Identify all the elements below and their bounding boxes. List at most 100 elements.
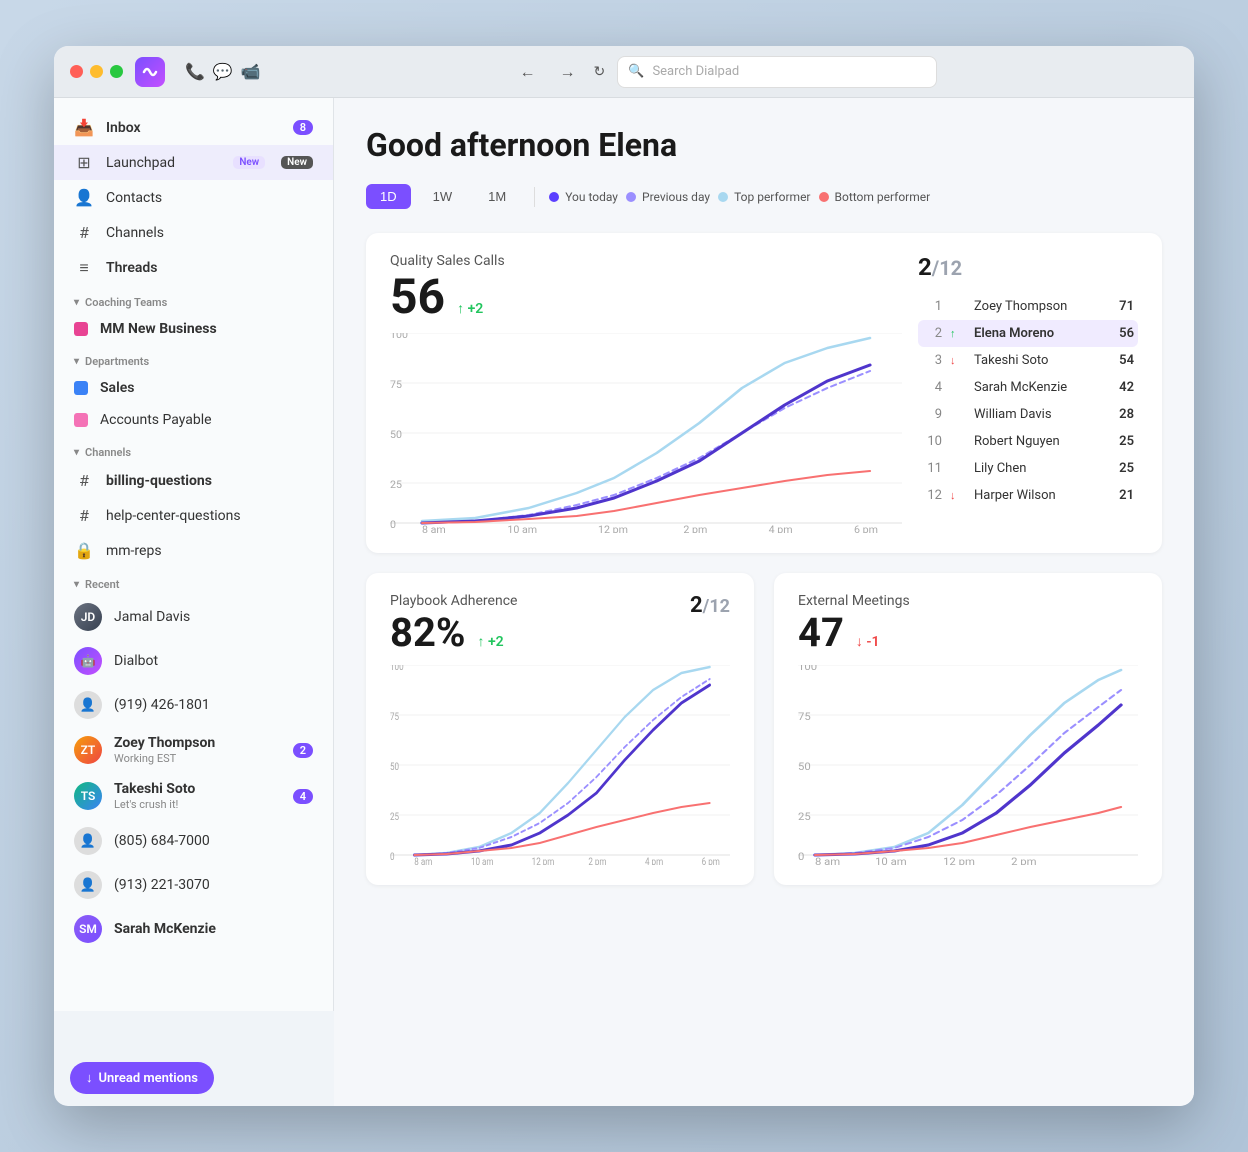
minimize-button[interactable]: [90, 65, 103, 78]
svg-text:8 am: 8 am: [815, 856, 840, 865]
phone-icon[interactable]: 📞: [185, 62, 205, 81]
takeshi-badge: 4: [293, 789, 313, 804]
maximize-button[interactable]: [110, 65, 123, 78]
sidebar-item-zoey-thompson[interactable]: ZT Zoey Thompson Working EST 2: [54, 727, 333, 773]
rank-score-10: 25: [1119, 434, 1134, 449]
filter-1w-button[interactable]: 1W: [419, 184, 467, 209]
svg-text:100: 100: [390, 333, 408, 341]
lock-icon: 🔒: [74, 541, 94, 560]
svg-text:12 pm: 12 pm: [598, 523, 628, 533]
svg-text:100: 100: [798, 665, 817, 673]
svg-text:8 am: 8 am: [414, 857, 432, 865]
em-title: External Meetings: [798, 593, 1138, 609]
sidebar-item-takeshi-soto[interactable]: TS Takeshi Soto Let's crush it! 4: [54, 773, 333, 819]
rank-score-12: 21: [1119, 488, 1134, 503]
zoey-info: Zoey Thompson Working EST: [114, 735, 215, 765]
sidebar-item-billing-questions[interactable]: # billing-questions: [54, 463, 333, 498]
you-today-label: You today: [565, 190, 618, 204]
phone3-label: (913) 221-3070: [114, 877, 210, 893]
sidebar-item-help-center[interactable]: # help-center-questions: [54, 498, 333, 533]
titlebar-nav: 📞 💬 📹: [185, 62, 261, 81]
sales-dot: [74, 381, 88, 395]
coaching-teams-header: ▾ Coaching Teams: [54, 286, 333, 313]
sidebar-item-threads[interactable]: ≡ Threads: [54, 250, 333, 286]
pa-value: 82%: [390, 613, 465, 653]
takeshi-info: Takeshi Soto Let's crush it!: [114, 781, 195, 811]
rank-name-1: Zoey Thompson: [974, 299, 1111, 314]
channels-section-header: ▾ Channels: [54, 436, 333, 463]
launchpad-icon: ⊞: [74, 153, 94, 172]
sidebar-item-mm-reps[interactable]: 🔒 mm-reps: [54, 533, 333, 568]
coaching-chevron: ▾: [74, 297, 79, 308]
rank-row-2: 2 ↑ Elena Moreno 56: [918, 320, 1138, 347]
sidebar-item-mm-new-business[interactable]: MM New Business: [54, 313, 333, 345]
back-button[interactable]: ←: [514, 58, 542, 86]
close-button[interactable]: [70, 65, 83, 78]
search-bar[interactable]: 🔍 Search Dialpad: [617, 56, 937, 88]
rank-row-9: 9 William Davis 28: [918, 401, 1138, 428]
main-panel: Good afternoon Elena 1D 1W 1M You today …: [334, 98, 1194, 1106]
svg-text:25: 25: [390, 478, 402, 491]
rank-name-10: Robert Nguyen: [974, 434, 1111, 449]
phone1-label: (919) 426-1801: [114, 697, 210, 713]
page-title: Good afternoon Elena: [366, 126, 1162, 164]
hash-icon-help: #: [74, 506, 94, 525]
takeshi-status: Let's crush it!: [114, 798, 195, 811]
svg-text:4 pm: 4 pm: [769, 523, 793, 533]
inbox-badge: 8: [293, 120, 313, 135]
rank-pos-3: 3: [922, 353, 942, 368]
contacts-icon: 👤: [74, 188, 94, 207]
forward-button[interactable]: →: [554, 58, 582, 86]
rank-score-4: 42: [1119, 380, 1134, 395]
svg-text:0: 0: [390, 852, 395, 863]
rank-name-4: Sarah McKenzie: [974, 380, 1111, 395]
rank-pos-12: 12: [922, 488, 942, 503]
sarah-mckenzie-label: Sarah McKenzie: [114, 921, 216, 937]
zoey-badge: 2: [293, 743, 313, 758]
phone2-label: (805) 684-7000: [114, 833, 210, 849]
app-window: 📞 💬 📹 ← → ↻ 🔍 Search Dialpad 📥 Inbox 8: [54, 46, 1194, 1106]
filter-1m-button[interactable]: 1M: [474, 184, 520, 209]
chat-icon[interactable]: 💬: [213, 62, 233, 81]
svg-text:6 pm: 6 pm: [702, 857, 720, 865]
zoey-status: Working EST: [114, 752, 215, 765]
svg-text:0: 0: [798, 851, 804, 863]
sales-label: Sales: [100, 380, 134, 396]
inbox-label: Inbox: [106, 120, 141, 136]
sidebar-item-phone2[interactable]: 👤 (805) 684-7000: [54, 819, 333, 863]
pa-chart: 100 75 50 25 0 8 am 10 am 12 pm 2 pm 4 p…: [390, 665, 730, 865]
sidebar-item-phone3[interactable]: 👤 (913) 221-3070: [54, 863, 333, 907]
video-icon[interactable]: 📹: [241, 62, 261, 81]
rank-pos-2: 2: [922, 326, 942, 341]
sidebar-item-accounts-payable[interactable]: Accounts Payable: [54, 404, 333, 436]
refresh-button[interactable]: ↻: [594, 64, 606, 80]
top-performer-dot: [718, 192, 728, 202]
filter-1d-button[interactable]: 1D: [366, 184, 411, 209]
dialbot-avatar: 🤖: [74, 647, 102, 675]
sidebar-item-dialbot[interactable]: 🤖 Dialbot: [54, 639, 333, 683]
filter-bar: 1D 1W 1M You today Previous day Top perf…: [366, 184, 1162, 209]
sidebar-item-sarah-mckenzie[interactable]: SM Sarah McKenzie: [54, 907, 333, 951]
pa-title: Playbook Adherence: [390, 593, 517, 609]
hash-icon-billing: #: [74, 471, 94, 490]
svg-text:0: 0: [390, 518, 396, 531]
svg-text:75: 75: [390, 712, 399, 723]
phone2-icon: 👤: [74, 827, 102, 855]
rank-score-3: 54: [1119, 353, 1134, 368]
svg-text:50: 50: [798, 761, 811, 773]
sidebar-item-launchpad[interactable]: ⊞ Launchpad New New: [54, 145, 333, 180]
mm-new-business-label: MM New Business: [100, 321, 217, 337]
sidebar-item-contacts[interactable]: 👤 Contacts: [54, 180, 333, 215]
em-value: 47: [798, 613, 844, 653]
sidebar-item-inbox[interactable]: 📥 Inbox 8: [54, 110, 333, 145]
sidebar-item-sales[interactable]: Sales: [54, 372, 333, 404]
sidebar-item-jamal-davis[interactable]: JD Jamal Davis: [54, 595, 333, 639]
unread-mentions-button[interactable]: ↓ Unread mentions: [70, 1062, 214, 1094]
sidebar-item-phone1[interactable]: 👤 (919) 426-1801: [54, 683, 333, 727]
sidebar-item-channels[interactable]: # Channels: [54, 215, 333, 250]
em-header: External Meetings 47 ↓ -1: [798, 593, 1138, 653]
legend-bottom-performer: Bottom performer: [819, 190, 931, 204]
rank-ind-2: ↑: [950, 327, 966, 340]
takeshi-avatar: TS: [74, 782, 102, 810]
rank-name-12: Harper Wilson: [974, 488, 1111, 503]
